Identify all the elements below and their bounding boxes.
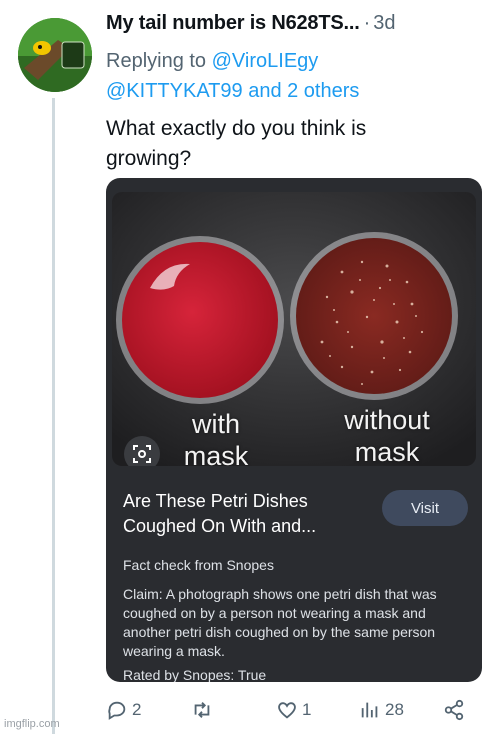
retweet-icon — [194, 702, 210, 718]
card-image[interactable]: with mask without mask — [112, 192, 476, 466]
separator-dot: · — [363, 12, 371, 34]
retweet-button[interactable] — [191, 699, 217, 721]
reply-button[interactable]: 2 — [106, 699, 141, 721]
tweet: My tail number is N628TS... · 3d Replyin… — [106, 12, 492, 174]
mention-link[interactable]: @ViroLIEgy — [212, 50, 319, 72]
tweet-header: My tail number is N628TS... · 3d — [106, 12, 492, 46]
author-name[interactable]: My tail number is N628TS... — [106, 12, 360, 35]
tweet-actions: 2 1 28 — [106, 699, 486, 725]
share-button[interactable] — [443, 699, 469, 721]
avatar-image — [18, 18, 92, 92]
analytics-icon — [361, 702, 378, 718]
avatar[interactable] — [18, 18, 92, 92]
heart-icon — [278, 702, 296, 719]
mention-link[interactable]: @KITTYKAT99 — [106, 80, 243, 102]
share-icon — [444, 699, 464, 721]
claim-text: Claim: A photograph shows one petri dish… — [123, 586, 437, 659]
lens-search-icon[interactable] — [124, 436, 160, 466]
image-label-without: without mask — [344, 405, 430, 466]
views-button[interactable]: 28 — [359, 699, 404, 721]
reply-count: 2 — [132, 700, 142, 719]
view-count: 28 — [385, 700, 404, 719]
link-card[interactable]: with mask without mask Are These Petri Dis… — [106, 178, 482, 682]
replying-prefix: Replying to — [106, 50, 207, 72]
replying-to: Replying to @ViroLIEgy @KITTYKAT99 and 2… — [106, 46, 492, 106]
tweet-text: What exactly do you think is growing? — [106, 117, 367, 170]
like-button[interactable]: 1 — [276, 699, 311, 721]
image-label-with: with mask — [183, 409, 249, 466]
watermark: imgflip.com — [4, 718, 60, 730]
thread-line — [52, 98, 55, 734]
card-title[interactable]: Are These Petri Dishes Coughed On With a… — [123, 489, 363, 539]
fact-check-source: Fact check from Snopes — [123, 557, 274, 573]
reply-icon — [108, 701, 126, 720]
rating-text: Rated by Snopes: True — [123, 667, 267, 682]
timestamp[interactable]: 3d — [373, 12, 395, 35]
visit-button[interactable]: Visit — [382, 490, 468, 526]
others-link[interactable]: and 2 others — [248, 80, 359, 102]
like-count: 1 — [302, 700, 312, 719]
